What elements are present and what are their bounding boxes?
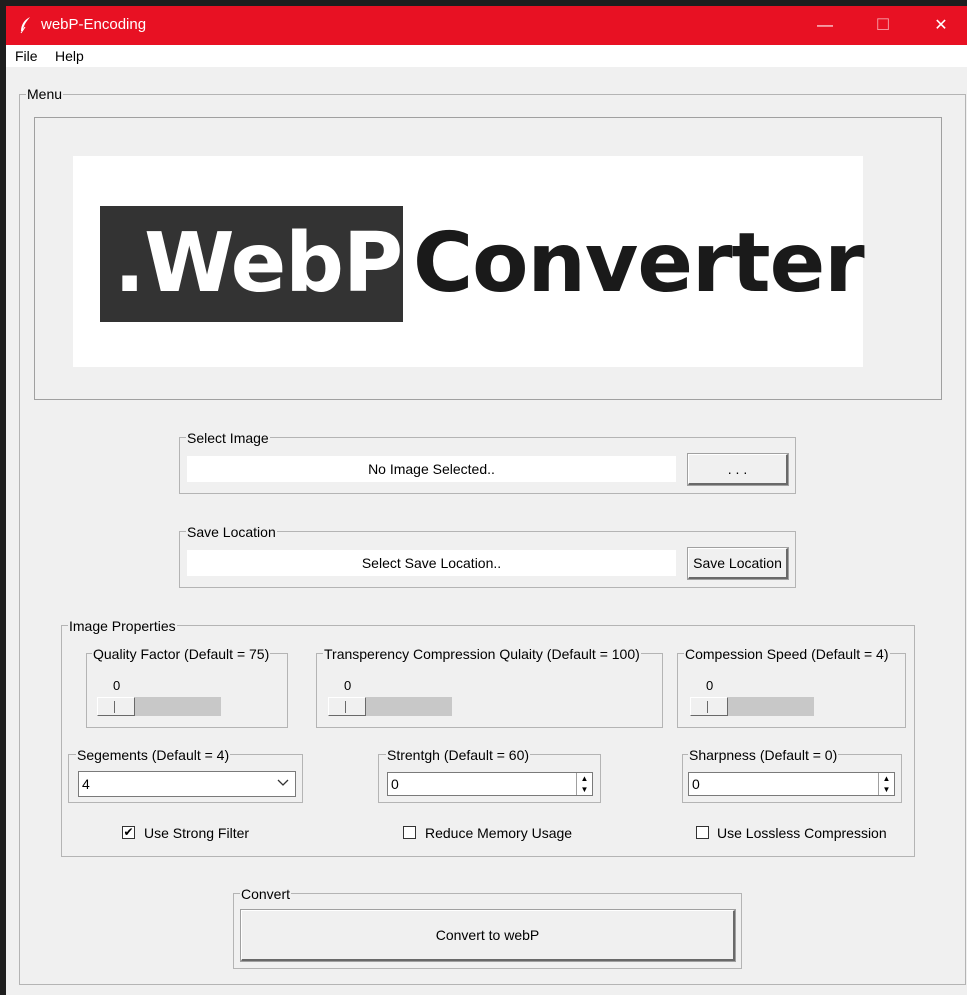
convert-button[interactable]: Convert to webP [240, 909, 736, 962]
save-location-button[interactable]: Save Location [687, 547, 789, 580]
transparency-value: 0 [344, 678, 352, 693]
quality-slider-thumb[interactable] [97, 697, 135, 716]
feather-icon [16, 15, 36, 35]
strong-filter-checkbox[interactable]: ✔ [122, 826, 135, 839]
segments-label: Segements (Default = 4) [76, 747, 231, 763]
strength-value: 0 [391, 776, 399, 792]
speed-slider[interactable] [690, 697, 814, 716]
sharpness-spinbox[interactable]: 0 ▲ ▼ [688, 772, 895, 796]
strong-filter-label[interactable]: Use Strong Filter [144, 825, 249, 841]
minimize-button[interactable]: — [796, 6, 854, 45]
reduce-memory-label[interactable]: Reduce Memory Usage [425, 825, 572, 841]
segments-value: 4 [82, 776, 90, 792]
logo-image: .WebP Converter [73, 156, 865, 367]
transparency-frame [316, 653, 663, 728]
image-path-field[interactable]: No Image Selected.. [187, 456, 676, 482]
transparency-label: Transperency Compression Qulaity (Defaul… [323, 646, 641, 662]
menu-frame-label: Menu [26, 86, 64, 102]
save-path-field[interactable]: Select Save Location.. [187, 550, 676, 576]
strength-label: Strentgh (Default = 60) [386, 747, 531, 763]
transparency-slider-thumb[interactable] [328, 697, 366, 716]
speed-value: 0 [706, 678, 714, 693]
app-window: webP-Encoding — ☐ ✕ File Help Menu .WebP… [6, 6, 967, 995]
logo-converter-text: Converter [413, 216, 865, 311]
spin-arrows-icon[interactable]: ▲ ▼ [576, 773, 592, 795]
speed-label: Compession Speed (Default = 4) [684, 646, 890, 662]
menu-file[interactable]: File [15, 48, 38, 64]
quality-slider[interactable] [97, 697, 221, 716]
browse-image-button[interactable]: . . . [687, 453, 789, 486]
strength-spinbox[interactable]: 0 ▲ ▼ [387, 772, 593, 796]
close-button[interactable]: ✕ [912, 6, 967, 45]
reduce-memory-checkbox[interactable] [403, 826, 416, 839]
spin-arrows-icon[interactable]: ▲ ▼ [878, 773, 894, 795]
menu-help[interactable]: Help [55, 48, 84, 64]
select-image-label: Select Image [186, 430, 270, 446]
logo-webp-text: .WebP [114, 216, 403, 311]
convert-label: Convert [240, 886, 292, 902]
title-bar[interactable]: webP-Encoding — ☐ ✕ [6, 6, 967, 45]
lossless-label[interactable]: Use Lossless Compression [717, 825, 887, 841]
image-properties-label: Image Properties [68, 618, 177, 634]
menu-bar: File Help [6, 45, 967, 67]
quality-value: 0 [113, 678, 121, 693]
lossless-checkbox[interactable] [696, 826, 709, 839]
chevron-down-icon[interactable] [277, 772, 289, 802]
window-title: webP-Encoding [41, 16, 147, 33]
sharpness-value: 0 [692, 776, 700, 792]
sharpness-label: Sharpness (Default = 0) [688, 747, 839, 763]
transparency-slider[interactable] [328, 697, 452, 716]
segments-combobox[interactable]: 4 [78, 771, 296, 797]
speed-slider-thumb[interactable] [690, 697, 728, 716]
maximize-button[interactable]: ☐ [854, 6, 912, 45]
save-location-label: Save Location [186, 524, 277, 540]
quality-label: Quality Factor (Default = 75) [92, 646, 271, 662]
